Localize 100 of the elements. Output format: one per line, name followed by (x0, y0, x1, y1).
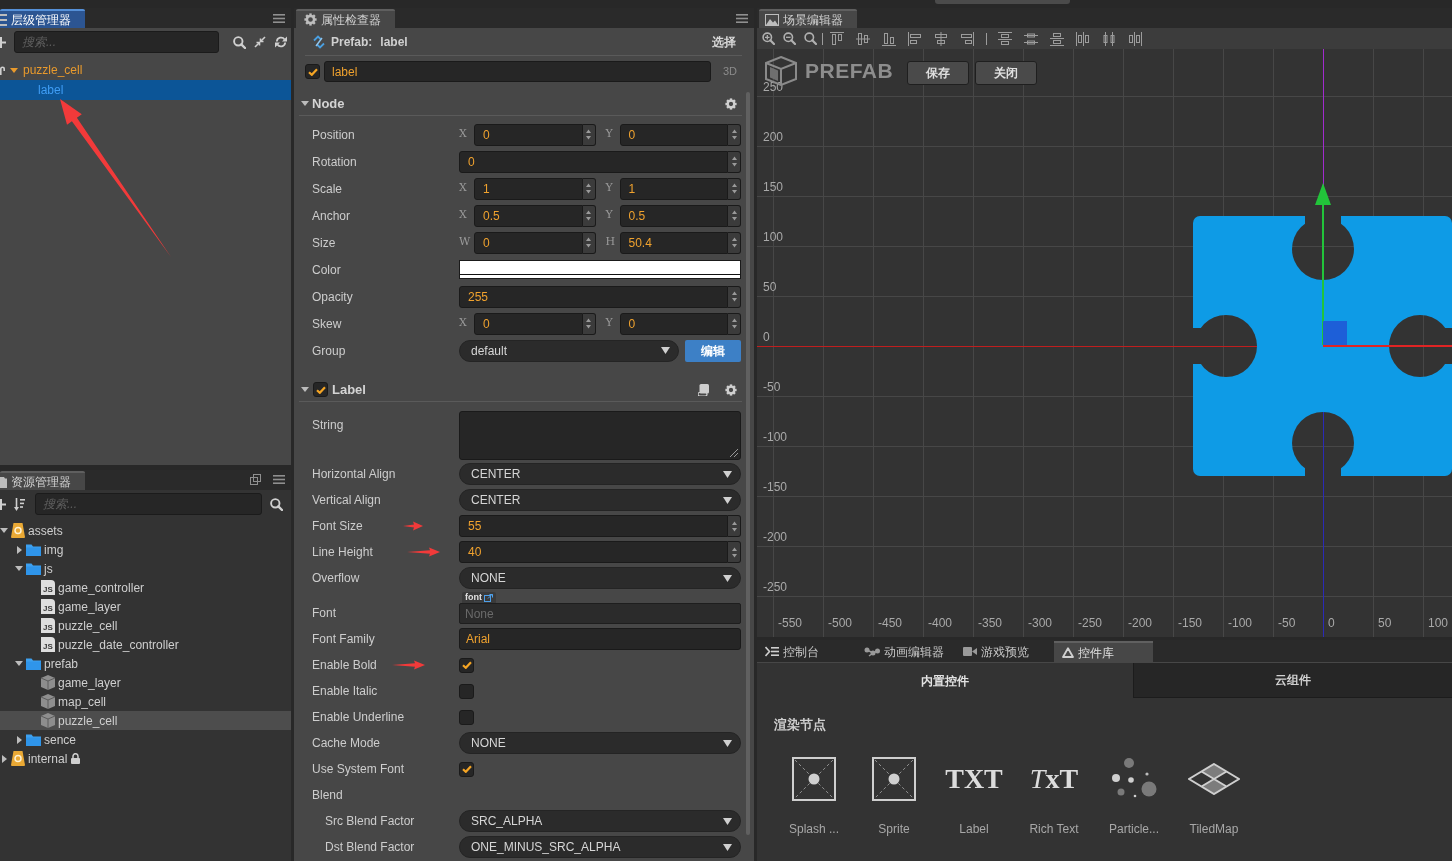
checkbox[interactable] (313, 382, 328, 397)
text-glyph[interactable]: TxT (1029, 763, 1079, 795)
add-icon[interactable] (0, 36, 6, 48)
dropdown[interactable]: NONE (459, 567, 741, 589)
gear-icon[interactable] (304, 13, 317, 26)
dropdown[interactable]: default (459, 339, 679, 362)
sort-icon[interactable] (14, 497, 25, 511)
y-axis-arrow[interactable] (1315, 183, 1331, 346)
distribute-top-icon[interactable] (998, 31, 1012, 46)
gear-icon[interactable] (725, 97, 737, 110)
tree-item[interactable]: sence (0, 730, 291, 749)
widget-label[interactable]: TiledMap (1189, 821, 1239, 837)
checkbox[interactable] (459, 683, 474, 699)
select-button[interactable]: 选择 (712, 32, 736, 51)
search-icon[interactable] (270, 497, 283, 511)
caret-right-icon[interactable] (16, 545, 22, 554)
number-field[interactable]: 0 (619, 123, 728, 146)
stepper-buttons[interactable] (728, 312, 741, 335)
stepper-buttons[interactable] (728, 123, 741, 146)
checkbox[interactable] (459, 657, 474, 673)
caret-right-icon[interactable] (1, 754, 7, 763)
stepper-buttons[interactable] (728, 177, 741, 200)
number-field[interactable]: 0 (474, 231, 583, 254)
number-field[interactable]: 0.5 (474, 204, 583, 227)
number-field[interactable]: 0.5 (619, 204, 728, 227)
zoom-in-icon[interactable] (762, 32, 775, 45)
panel-tab[interactable]: 层级管理器 (0, 9, 85, 28)
menu-icon[interactable] (273, 475, 285, 484)
color-field[interactable] (459, 260, 741, 279)
panel-tab[interactable]: 属性检查器 (296, 9, 395, 28)
tree-item[interactable]: JS puzzle_cell (0, 616, 291, 635)
center-handle[interactable] (1323, 321, 1347, 345)
caret-down-icon[interactable] (15, 661, 23, 666)
widget-label[interactable]: Particle... (1109, 821, 1159, 837)
stepper-buttons[interactable] (728, 541, 741, 563)
distribute-center-icon[interactable] (1102, 31, 1116, 46)
tile-grid-icon[interactable] (1188, 763, 1240, 795)
sub-tab[interactable]: 云组件 (1133, 663, 1452, 698)
panel-tab[interactable]: 资源管理器 (0, 471, 85, 490)
menu-icon[interactable] (736, 14, 748, 23)
widget-label[interactable]: Rich Text (1029, 821, 1079, 837)
zoom-out-icon[interactable] (783, 32, 796, 45)
number-field[interactable]: 0 (474, 312, 583, 335)
panel-tab[interactable]: 控件库 (1054, 641, 1153, 662)
align-top-icon[interactable] (830, 31, 844, 46)
stepper-buttons[interactable] (728, 150, 741, 173)
tree-item[interactable]: puzzle_cell (0, 711, 291, 730)
number-field[interactable]: 255 (459, 285, 728, 308)
magnifier-icon[interactable] (804, 32, 817, 45)
number-field[interactable]: 55 (459, 515, 728, 537)
book-icon[interactable] (698, 383, 709, 396)
align-center-icon[interactable] (934, 31, 948, 46)
align-left-icon[interactable] (908, 31, 922, 46)
number-field[interactable]: 40 (459, 541, 728, 563)
save-button[interactable]: 保存 (907, 61, 969, 85)
gear-icon[interactable] (725, 383, 737, 396)
tree-item[interactable]: JS game_controller (0, 578, 291, 597)
tree-item[interactable]: internal (0, 749, 291, 768)
tree-item[interactable]: JS game_layer (0, 597, 291, 616)
dropdown[interactable]: NONE (459, 732, 741, 754)
x-axis-handle[interactable] (1322, 345, 1452, 347)
edit-button[interactable]: 编辑 (685, 339, 741, 362)
panel-tab[interactable]: 控制台 (757, 641, 856, 662)
tree-item[interactable]: game_layer (0, 673, 291, 692)
stepper-buttons[interactable] (728, 285, 741, 308)
external-link-icon[interactable] (484, 593, 493, 602)
tree-item[interactable]: puzzle_cell (0, 60, 291, 80)
dropdown[interactable]: CENTER (459, 489, 741, 511)
shrink-arrows-icon[interactable] (254, 36, 266, 48)
caret-right-icon[interactable] (16, 735, 22, 744)
align-bottom-icon[interactable] (882, 31, 896, 46)
number-field[interactable]: 0 (459, 150, 728, 173)
particles-icon[interactable] (1111, 758, 1157, 800)
distribute-right-icon[interactable] (1128, 31, 1142, 46)
tree-item[interactable]: map_cell (0, 692, 291, 711)
distribute-bottom-icon[interactable] (1050, 31, 1064, 46)
menu-icon[interactable] (273, 14, 285, 23)
search-icon[interactable] (233, 35, 246, 49)
number-field[interactable]: 1 (474, 177, 583, 200)
name-field[interactable]: label (324, 61, 711, 82)
distribute-left-icon[interactable] (1076, 31, 1090, 46)
widget-label[interactable]: Splash ... (789, 821, 839, 837)
align-right-icon[interactable] (960, 31, 974, 46)
stepper-buttons[interactable] (728, 515, 741, 537)
dropdown[interactable]: CENTER (459, 463, 741, 485)
puzzle-piece[interactable] (1193, 216, 1452, 476)
panel-tab[interactable]: 场景编辑器 (759, 9, 857, 28)
close-button[interactable]: 关闭 (975, 61, 1037, 85)
tree-item[interactable]: JS puzzle_date_controller (0, 635, 291, 654)
stepper-buttons[interactable] (728, 231, 741, 254)
tree-item[interactable]: img (0, 540, 291, 559)
number-field[interactable]: 0 (474, 123, 583, 146)
number-field[interactable]: 1 (619, 177, 728, 200)
caret-down-icon[interactable] (0, 528, 8, 533)
tree-item[interactable]: assets (0, 521, 291, 540)
tree-item[interactable]: prefab (0, 654, 291, 673)
text-glyph[interactable]: TXT (945, 763, 1003, 795)
caret-down-icon[interactable] (301, 101, 309, 106)
image-placeholder-icon[interactable] (872, 757, 916, 801)
resize-grip-icon[interactable] (730, 449, 738, 457)
